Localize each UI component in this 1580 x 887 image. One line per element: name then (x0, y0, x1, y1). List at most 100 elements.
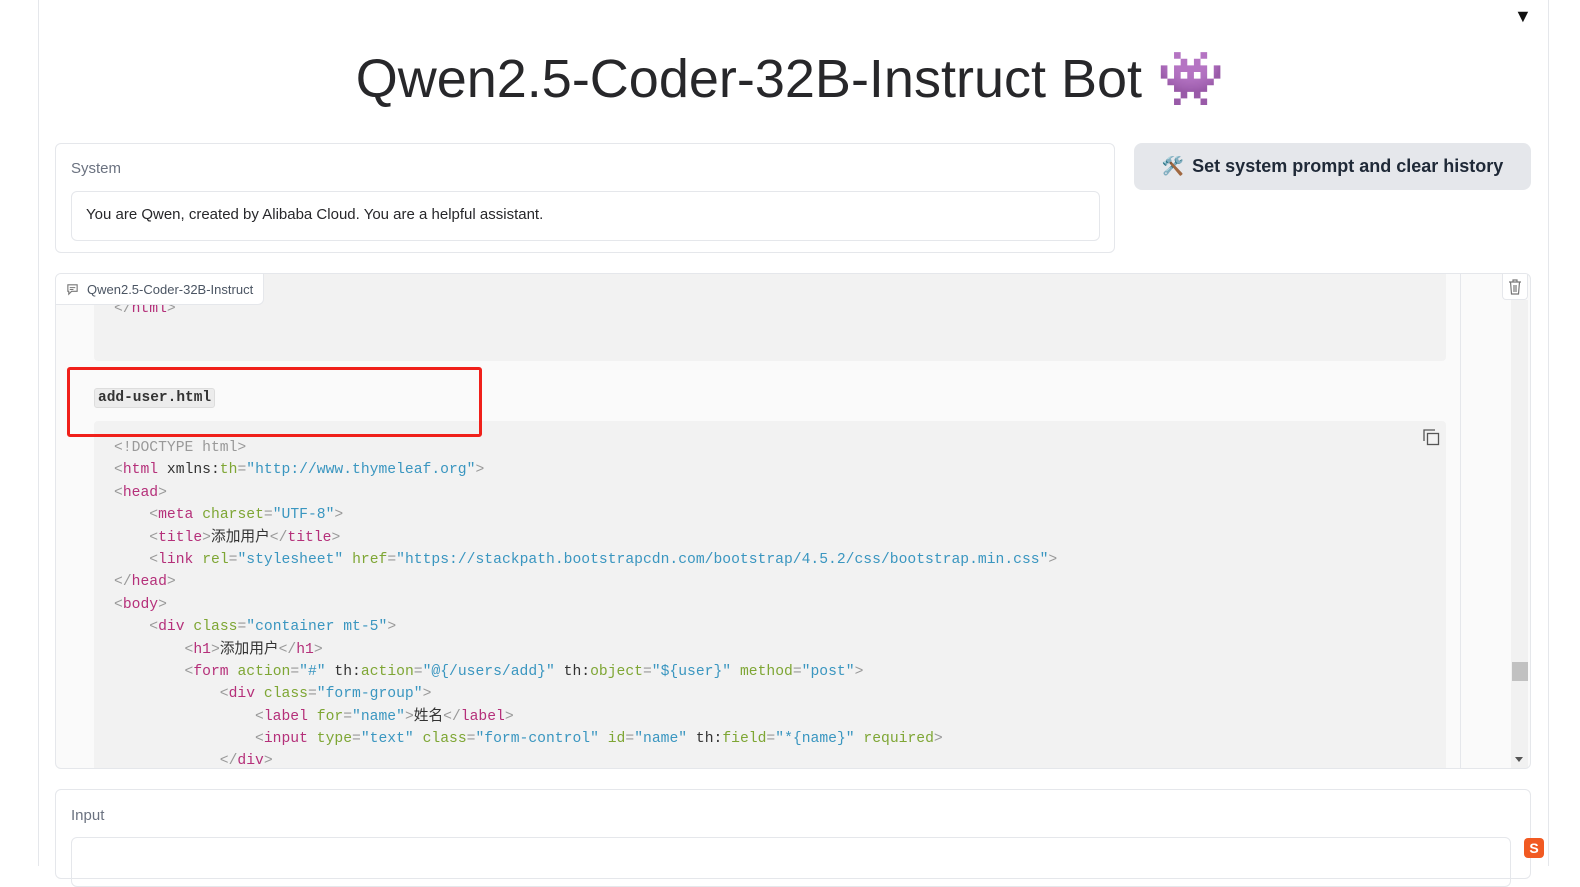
code-line: <meta charset="UTF-8"> (94, 504, 1446, 526)
code-token: > (263, 753, 273, 769)
code-token: < (255, 731, 264, 748)
code-token: = (290, 663, 300, 680)
code-token: th: (325, 663, 361, 680)
code-line: <h1>添加用户</h1> (94, 639, 1446, 661)
code-token: "stylesheet" (237, 551, 344, 568)
code-token: rel (202, 551, 229, 568)
code-token: = (237, 462, 247, 479)
system-prompt-input[interactable]: You are Qwen, created by Alibaba Cloud. … (71, 191, 1100, 241)
code-token: < (114, 462, 123, 479)
code-token: > (854, 663, 864, 680)
title-text: Qwen2.5-Coder-32B-Instruct Bot (355, 49, 1143, 109)
chat-scrollbar[interactable] (1511, 300, 1528, 768)
scroll-down-arrow-icon[interactable] (1515, 757, 1523, 762)
code-token: title (158, 529, 203, 546)
code-token: h1 (296, 641, 314, 658)
ime-indicator-icon[interactable]: S (1524, 838, 1544, 858)
clear-chat-button[interactable] (1502, 274, 1528, 300)
code-token: class (193, 619, 238, 636)
code-token: id (607, 731, 626, 748)
code-token: "text" (360, 731, 414, 748)
code-token: 添加用户 (219, 641, 279, 658)
scrollbar-thumb[interactable] (1512, 662, 1528, 681)
code-token: </ (278, 641, 297, 658)
code-token: = (352, 731, 361, 748)
code-token: < (149, 619, 159, 636)
code-token: = (263, 507, 273, 524)
chatbot-label: Qwen2.5-Coder-32B-Instruct (56, 274, 265, 305)
trash-icon (1509, 278, 1521, 295)
code-token: = (625, 731, 635, 748)
code-token: = (766, 731, 776, 748)
code-token: class (422, 731, 467, 748)
code-line: </html> (94, 298, 1446, 320)
code-token: html (122, 462, 159, 479)
code-token: > (166, 574, 176, 591)
code-token: "UTF-8" (272, 507, 335, 524)
code-token: </ (443, 708, 461, 725)
code-token: > (334, 507, 344, 524)
code-token: action (360, 663, 414, 680)
code-token: > (387, 619, 397, 636)
code-token: class (263, 686, 308, 703)
code-token: > (158, 596, 167, 613)
code-token: "name" (352, 708, 405, 725)
code-token: < (149, 529, 159, 546)
set-system-prompt-button[interactable]: 🛠️ Set system prompt and clear history (1134, 143, 1531, 190)
code-token: = (307, 686, 317, 703)
alien-monster-icon: 👾 (1157, 49, 1225, 109)
code-token: 添加用户 (211, 529, 270, 546)
code-token: field (722, 731, 767, 748)
code-line: <form action="#" th:action="@{/users/add… (94, 661, 1446, 683)
collapse-toggle-icon[interactable]: ▼ (1514, 6, 1532, 27)
code-token: action (237, 663, 291, 680)
code-token: div (158, 619, 185, 636)
code-token: "#" (299, 663, 326, 680)
code-token: head (122, 484, 159, 501)
code-token: > (422, 686, 432, 703)
code-token: = (413, 663, 423, 680)
code-token: input (263, 731, 308, 748)
code-token: required (863, 731, 934, 748)
code-token: > (331, 529, 341, 546)
set-system-prompt-label: Set system prompt and clear history (1192, 156, 1504, 176)
code-token: > (202, 529, 211, 546)
code-token: div (228, 686, 256, 703)
code-token: "container mt-5" (246, 619, 388, 636)
code-token: > (933, 731, 943, 748)
code-token: > (210, 641, 220, 658)
code-token: > (475, 462, 485, 479)
code-line: <label for="name">姓名</label> (94, 706, 1446, 728)
message-input[interactable] (71, 837, 1511, 887)
code-token: for (316, 708, 344, 725)
code-token: </ (114, 574, 132, 591)
code-token: xmlns: (158, 462, 220, 479)
code-token: href (352, 551, 388, 568)
code-token: type (316, 731, 353, 748)
chat-icon (67, 283, 78, 295)
code-token: label (263, 708, 308, 725)
code-line: <head> (94, 482, 1446, 504)
page-left-border (38, 0, 39, 866)
code-token: method (739, 663, 793, 680)
copy-code-button[interactable] (1423, 429, 1440, 451)
code-token: <!DOCTYPE html> (114, 440, 247, 456)
chatbot-label-text: Qwen2.5-Coder-32B-Instruct (87, 281, 254, 297)
code-token: "form-control" (475, 731, 599, 748)
code-token: = (237, 619, 247, 636)
highlight-annotation-box (67, 367, 482, 437)
code-token: h1 (193, 641, 211, 658)
